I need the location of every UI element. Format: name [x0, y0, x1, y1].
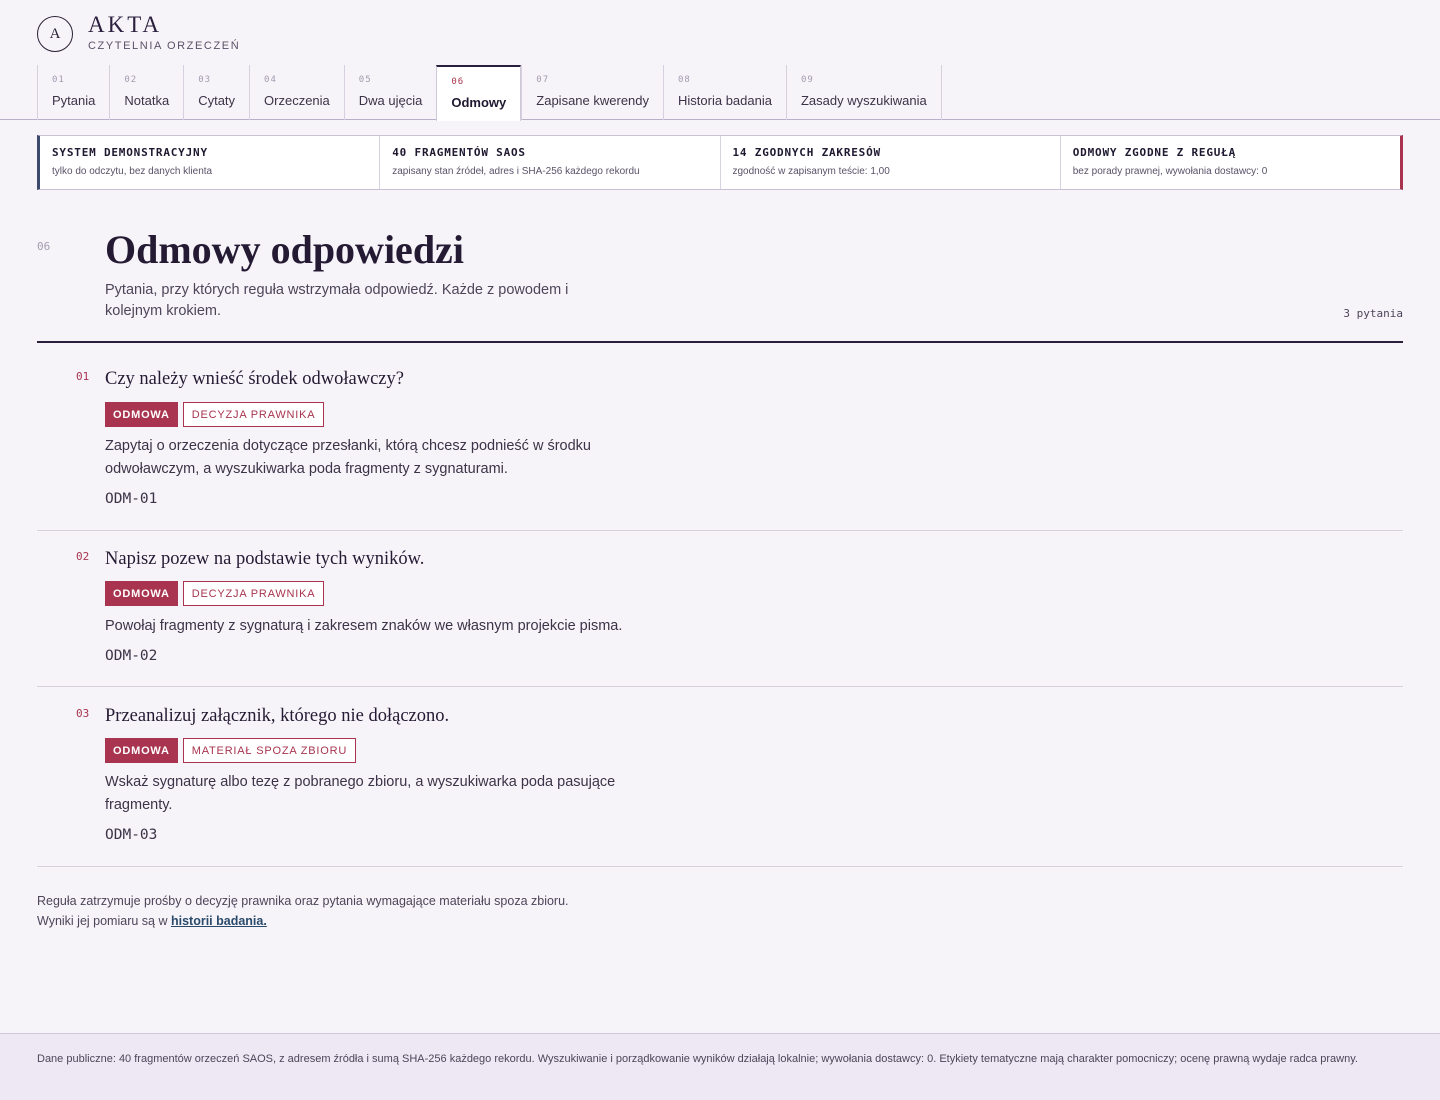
- brand-title: AKTA: [88, 11, 163, 37]
- note-text: Wyniki jej pomiaru są w: [37, 914, 171, 928]
- status-cell-refusals: ODMOWY ZGODNE Z REGUŁĄ bez porady prawne…: [1059, 136, 1400, 189]
- status-detail: tylko do odczytu, bez danych klienta: [52, 166, 213, 177]
- tab-notatka[interactable]: 02 Notatka: [109, 65, 183, 120]
- tab-orzeczenia[interactable]: 04 Orzeczenia: [249, 65, 344, 120]
- item-badges: ODMOWA DECYZJA PRAWNIKA: [105, 402, 325, 427]
- tab-label: Notatka: [124, 93, 170, 108]
- tab-label: Pytania: [52, 93, 96, 108]
- status-heading: SYSTEM DEMONSTRACYJNY: [52, 146, 208, 159]
- tab-odmowy[interactable]: 06 Odmowy: [436, 65, 522, 121]
- refusal-item: 01 Czy należy wnieść środek odwoławczy? …: [37, 343, 1403, 531]
- item-code: ODM-01: [105, 491, 158, 507]
- status-cell-system: SYSTEM DEMONSTRACYJNY tylko do odczytu, …: [40, 136, 379, 189]
- tab-dwa-ujecia[interactable]: 05 Dwa ujęcia: [343, 65, 437, 120]
- item-next-step: Zapytaj o orzeczenia dotyczące przesłank…: [105, 438, 591, 477]
- tab-label: Zapisane kwerendy: [536, 93, 650, 108]
- status-detail: bez porady prawnej, wywołania dostawcy: …: [1072, 166, 1268, 177]
- item-badges: ODMOWA MATERIAŁ SPOZA ZBIORU: [105, 738, 357, 763]
- refusal-item: 02 Napisz pozew na podstawie tych wynikó…: [37, 531, 1403, 687]
- item-question: Napisz pozew na podstawie tych wyników.: [105, 549, 425, 569]
- reason-badge: MATERIAŁ SPOZA ZBIORU: [182, 738, 357, 763]
- tab-label: Historia badania: [678, 93, 772, 108]
- question-count: 3 pytania: [1343, 307, 1403, 320]
- item-next-step: Wskaż sygnaturę albo tezę z pobranego zb…: [105, 774, 616, 813]
- tab-number: 07: [536, 75, 550, 85]
- tab-label: Zasady wyszukiwania: [800, 93, 927, 108]
- tab-cytaty[interactable]: 03 Cytaty: [183, 65, 249, 120]
- status-cell-fragments: 40 FRAGMENTÓW SAOS zapisany stan źródeł,…: [379, 136, 719, 189]
- status-cell-ranges: 14 ZGODNYCH ZAKRESÓW zgodność w zapisany…: [719, 136, 1060, 189]
- tab-zasady-wyszukiwania[interactable]: 09 Zasady wyszukiwania: [785, 65, 942, 120]
- brand-logo-icon: A: [37, 16, 73, 52]
- status-heading: 14 ZGODNYCH ZAKRESÓW: [732, 146, 881, 159]
- status-heading: ODMOWY ZGODNE Z REGUŁĄ: [1072, 146, 1237, 159]
- item-question: Czy należy wnieść środek odwoławczy?: [105, 369, 404, 389]
- tab-pytania[interactable]: 01 Pytania: [37, 65, 109, 120]
- rule-note: Reguła zatrzymuje prośby o decyzję prawn…: [37, 891, 569, 931]
- tab-label: Cytaty: [198, 93, 236, 108]
- item-number: 03: [76, 707, 90, 720]
- tab-label: Orzeczenia: [264, 93, 330, 108]
- tab-historia-badania[interactable]: 08 Historia badania: [663, 65, 786, 120]
- tab-label: Odmowy: [451, 95, 507, 110]
- refusal-item: 03 Przeanalizuj załącznik, którego nie d…: [37, 687, 1403, 867]
- tab-number: 08: [678, 75, 691, 85]
- footer: Dane publiczne: 40 fragmentów orzeczeń S…: [0, 1033, 1440, 1100]
- tab-number: 03: [198, 75, 212, 85]
- item-number: 01: [76, 370, 90, 383]
- tab-number: 02: [124, 75, 138, 85]
- tab-bar: 01 Pytania 02 Notatka 03 Cytaty 04 Orzec…: [37, 65, 942, 121]
- reason-badge: DECYZJA PRAWNIKA: [182, 402, 325, 427]
- item-next-step: Powołaj fragmenty z sygnaturą i zakresem…: [105, 618, 623, 634]
- brand[interactable]: A AKTA CZYTELNIA ORZECZEŃ: [37, 12, 240, 52]
- status-detail: zgodność w zapisanym teście: 1,00: [732, 166, 890, 177]
- tab-number: 06: [451, 77, 465, 87]
- tab-number: 04: [264, 75, 277, 85]
- item-code: ODM-03: [105, 827, 158, 843]
- refusal-badge: ODMOWA: [105, 581, 178, 606]
- tab-number: 01: [52, 75, 65, 85]
- item-code: ODM-02: [105, 648, 158, 664]
- status-strip: SYSTEM DEMONSTRACYJNY tylko do odczytu, …: [37, 135, 1403, 190]
- refusal-badge: ODMOWA: [105, 402, 178, 427]
- brand-subtitle: CZYTELNIA ORZECZEŃ: [88, 39, 241, 52]
- item-badges: ODMOWA DECYZJA PRAWNIKA: [105, 581, 325, 606]
- page-title: Odmowy odpowiedzi: [105, 227, 464, 272]
- note-line: Reguła zatrzymuje prośby o decyzję prawn…: [37, 894, 569, 908]
- item-question: Przeanalizuj załącznik, którego nie dołą…: [105, 706, 450, 726]
- status-detail: zapisany stan źródeł, adres i SHA-256 ka…: [392, 166, 640, 177]
- note-line: Wyniki jej pomiaru są w historii badania…: [37, 911, 569, 931]
- status-heading: 40 FRAGMENTÓW SAOS: [392, 146, 526, 159]
- reason-badge: DECYZJA PRAWNIKA: [182, 581, 325, 606]
- tab-number: 05: [358, 75, 372, 85]
- history-link[interactable]: historii badania.: [171, 914, 267, 928]
- tab-label: Dwa ujęcia: [358, 93, 423, 108]
- section-number: 06: [37, 240, 51, 253]
- tab-zapisane-kwerendy[interactable]: 07 Zapisane kwerendy: [521, 65, 663, 120]
- tab-number: 09: [800, 75, 814, 85]
- item-number: 02: [76, 550, 90, 563]
- refusal-badge: ODMOWA: [105, 738, 178, 763]
- section-description: Pytania, przy których reguła wstrzymała …: [105, 282, 569, 319]
